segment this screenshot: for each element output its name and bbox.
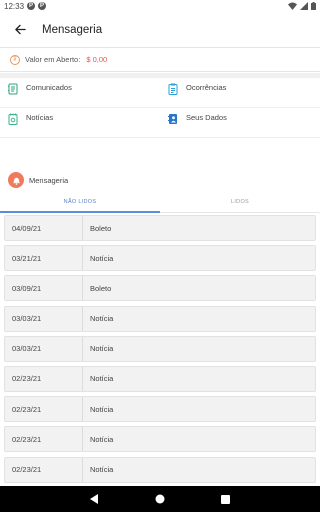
megaphone-icon [8,83,18,95]
message-date: 03/09/21 [5,276,83,301]
message-date: 03/21/21 [5,246,83,271]
menu-item-ocorrencias[interactable]: Ocorrências [160,78,320,107]
message-date: 04/09/21 [5,216,83,240]
tab-unread[interactable]: NÃO LIDOS [0,192,160,213]
notebook-icon [8,113,18,125]
message-type: Notícia [90,314,114,324]
bell-icon [8,172,24,188]
message-row[interactable]: 03/09/21 Boleto [4,275,316,302]
nav-home-icon[interactable] [155,494,165,504]
message-date: 03/03/21 [5,306,83,331]
section-title: Mensageria [29,175,69,185]
arrow-left-icon [14,24,26,35]
message-date: 02/23/21 [5,457,83,482]
contacts-icon [168,113,178,125]
message-type: Notícia [90,374,114,384]
message-type: Notícia [90,404,114,414]
message-date: 03/03/21 [5,336,83,361]
tab-read[interactable]: LIDOS [160,192,320,212]
menu-item-label: Ocorrências [186,83,227,92]
message-type: Boleto [90,223,112,233]
menu-item-noticias[interactable]: Notícias [0,108,160,137]
back-button[interactable] [2,12,38,48]
message-type: Boleto [90,283,112,293]
section-header: Mensageria [0,170,320,190]
message-type: Notícia [90,465,114,474]
menu-item-seus-dados[interactable]: Seus Dados [160,108,320,137]
message-row[interactable]: 03/03/21 Notícia [4,305,316,332]
open-balance: ₮ Valor em Aberto: $ 0,00 [0,48,320,72]
message-date: 02/23/21 [5,397,83,422]
message-row[interactable]: 02/23/21 Notícia [4,426,316,453]
message-row[interactable]: 02/23/21 Notícia [4,396,316,423]
status-time: 12:33 [4,1,25,11]
message-row[interactable]: 02/23/21 Notícia [4,365,316,392]
message-row[interactable]: 03/03/21 Notícia [4,335,316,362]
message-row[interactable]: 03/21/21 Notícia [4,245,316,272]
coin-icon: ₮ [10,54,20,65]
menu-item-comunicados[interactable]: Comunicados [0,78,160,107]
message-tabs: NÃO LIDOS LIDOS [0,192,320,213]
menu-grid: Comunicados Ocorrências Notícias Seus Da… [0,78,320,138]
battery-icon [311,2,316,10]
notification-p-icon: P [27,2,36,10]
menu-item-label: Seus Dados [186,113,227,122]
wifi-icon [288,2,297,10]
message-type: Notícia [90,253,114,263]
status-bar: 12:33 P P [0,0,320,12]
nav-recents-icon[interactable] [221,494,230,504]
system-navigation-bar [0,486,320,512]
message-type: Notícia [90,434,114,444]
signal-icon [300,2,308,10]
clipboard-icon [168,83,178,95]
app-bar: Mensageria [0,12,320,48]
message-row[interactable]: 02/23/21 Notícia [4,456,316,483]
menu-item-label: Comunicados [26,83,72,92]
notification-p-icon: P [38,2,47,10]
message-date: 02/23/21 [5,366,83,391]
menu-item-label: Notícias [26,113,54,122]
message-date: 02/23/21 [5,427,83,452]
open-balance-label: Valor em Aberto: [25,55,81,64]
nav-back-icon[interactable] [90,494,99,504]
page-title: Mensageria [42,23,103,36]
message-row[interactable]: 04/09/21 Boleto [4,215,316,241]
open-balance-amount: $ 0,00 [86,55,108,64]
message-type: Notícia [90,344,114,354]
message-list: 04/09/21 Boleto 03/21/21 Notícia 03/09/21 Bol… [4,215,316,487]
